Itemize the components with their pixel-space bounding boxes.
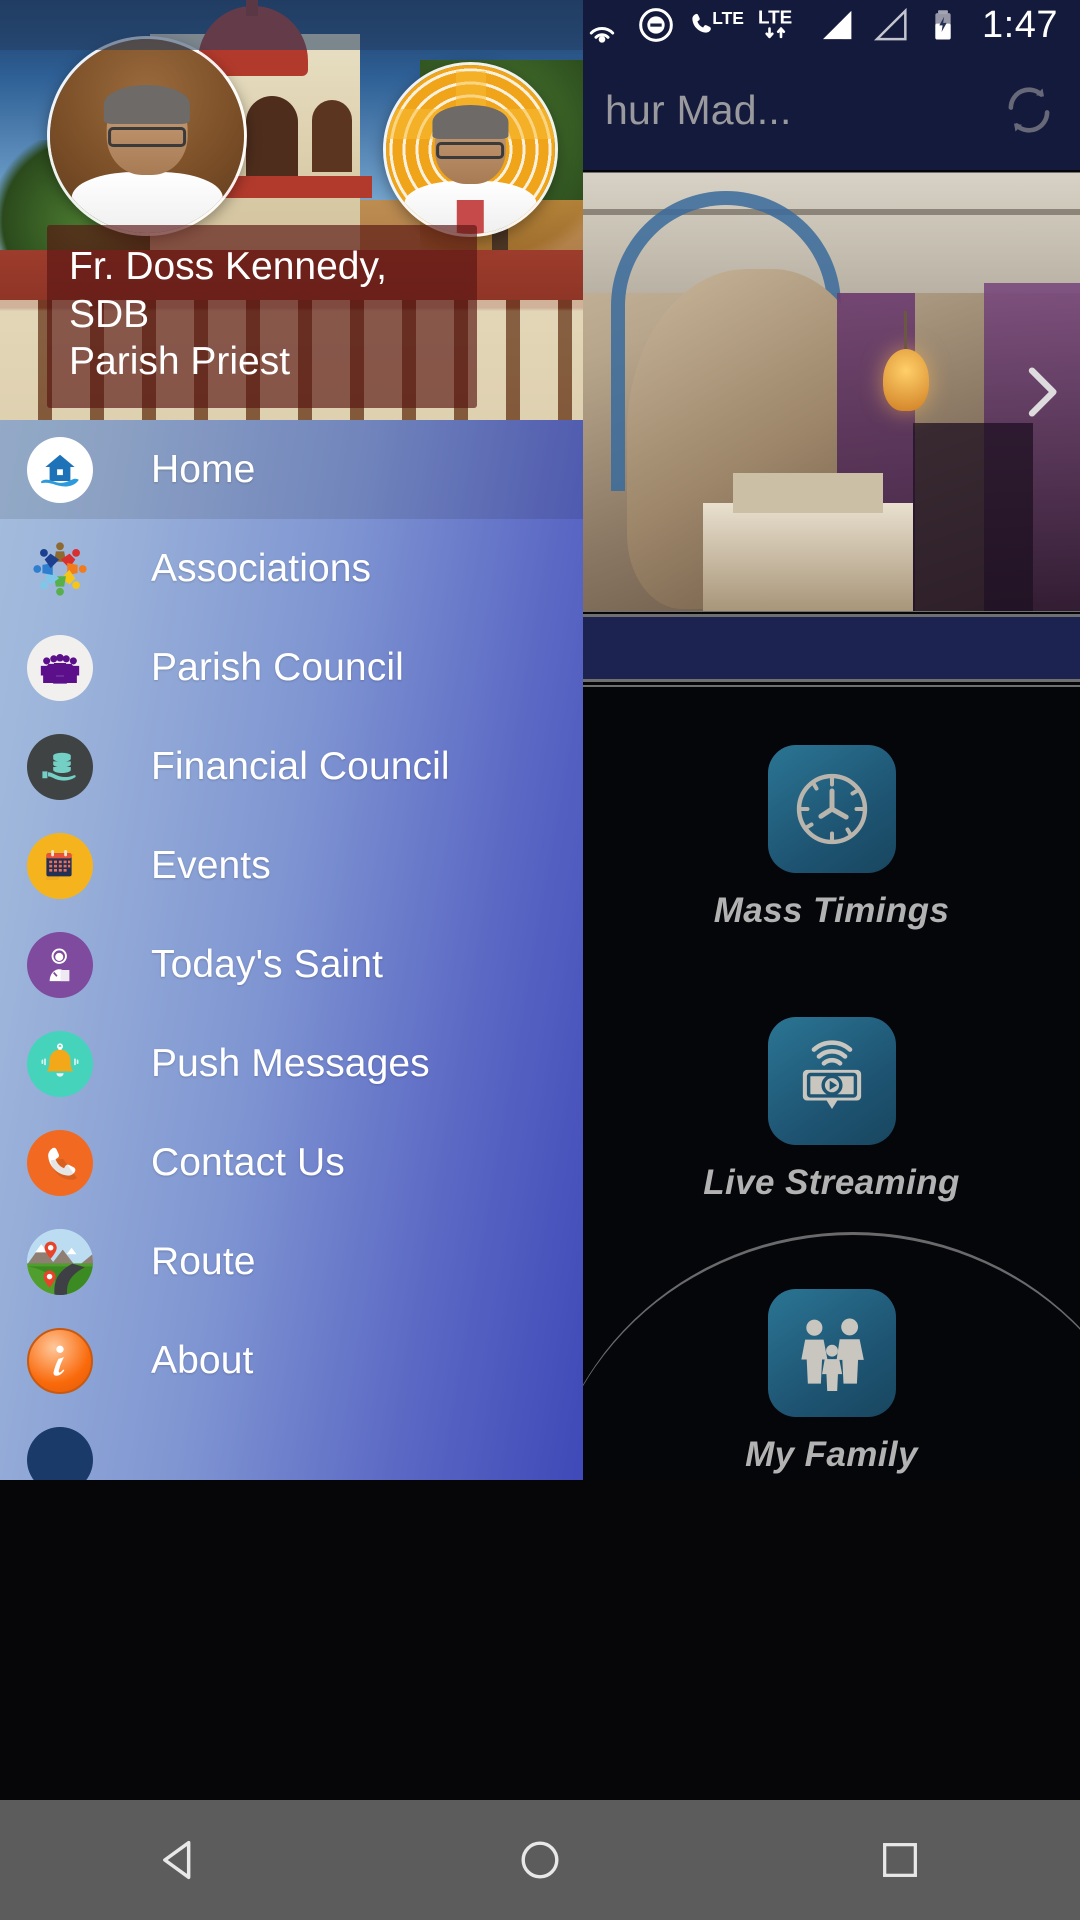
cast-icon bbox=[582, 5, 622, 45]
android-navigation-bar bbox=[0, 1800, 1080, 1920]
sidebar-item-label: About bbox=[151, 1338, 254, 1382]
more-icon bbox=[27, 1426, 93, 1480]
quick-tiles-list: Mass Timings Live Streaming My Family bbox=[583, 685, 1080, 1480]
drawer-header: Fr. Doss Kennedy, SDB Parish Priest bbox=[0, 0, 583, 420]
navigation-drawer: Fr. Doss Kennedy, SDB Parish Priest Home bbox=[0, 0, 583, 1480]
svg-text:LTE: LTE bbox=[712, 8, 744, 28]
sidebar-item-label: Route bbox=[151, 1239, 256, 1283]
sidebar-item-events[interactable]: Events bbox=[0, 816, 583, 915]
signal-sim1-icon bbox=[818, 5, 858, 45]
battery-charging-icon bbox=[926, 5, 960, 45]
home-icon bbox=[27, 436, 93, 503]
do-not-disturb-icon bbox=[636, 5, 676, 45]
bell-icon bbox=[27, 1030, 93, 1097]
financial-council-icon bbox=[27, 733, 93, 800]
sidebar-item-label: Push Messages bbox=[151, 1041, 430, 1085]
tile-label: Mass Timings bbox=[713, 891, 950, 930]
tile-label: Live Streaming bbox=[703, 1163, 960, 1202]
sidebar-item-parish-council[interactable]: Parish Council bbox=[0, 618, 583, 717]
volte-call-icon: LTE bbox=[690, 5, 744, 45]
system-status-bar: LTE LTE 1:47 bbox=[0, 0, 1080, 50]
sidebar-item-label: Home bbox=[151, 447, 256, 491]
live-stream-icon bbox=[767, 1017, 896, 1145]
sidebar-item-label: Associations bbox=[151, 546, 372, 590]
map-route-icon bbox=[27, 1228, 93, 1295]
app-toolbar: hur Mad... bbox=[583, 50, 1080, 170]
back-button[interactable] bbox=[120, 1800, 240, 1920]
sidebar-item-push-messages[interactable]: Push Messages bbox=[0, 1014, 583, 1113]
sidebar-item-about[interactable]: About bbox=[0, 1311, 583, 1410]
sidebar-item-route[interactable]: Route bbox=[0, 1212, 583, 1311]
priest-avatar-secondary[interactable] bbox=[383, 62, 558, 237]
lte-data-icon: LTE bbox=[758, 5, 804, 45]
sidebar-item-financial-council[interactable]: Financial Council bbox=[0, 717, 583, 816]
home-button[interactable] bbox=[480, 1800, 600, 1920]
status-bar-clock: 1:47 bbox=[982, 3, 1058, 46]
sidebar-item-label: Financial Council bbox=[151, 744, 450, 788]
refresh-icon[interactable] bbox=[1000, 81, 1058, 139]
status-bar-left-tint bbox=[0, 0, 583, 50]
sidebar-item-contact-us[interactable]: Contact Us bbox=[0, 1113, 583, 1212]
sidebar-item-todays-saint[interactable]: Today's Saint bbox=[0, 915, 583, 1014]
signal-sim2-icon bbox=[872, 5, 912, 45]
carousel-card[interactable] bbox=[583, 172, 1080, 612]
recent-apps-button[interactable] bbox=[840, 1800, 960, 1920]
sidebar-item-associations[interactable]: Associations bbox=[0, 519, 583, 618]
svg-text:LTE: LTE bbox=[758, 7, 792, 28]
status-bar-icons: LTE LTE 1:47 bbox=[582, 0, 1080, 50]
church-interior-photo bbox=[583, 173, 1080, 611]
events-calendar-icon bbox=[27, 832, 93, 899]
app-title: hur Mad... bbox=[605, 86, 792, 133]
phone-icon bbox=[27, 1129, 93, 1196]
section-band bbox=[583, 614, 1080, 682]
decorative-swoosh bbox=[583, 1232, 1080, 1480]
priest-role: Parish Priest bbox=[69, 340, 291, 384]
info-icon bbox=[27, 1327, 93, 1394]
clock-icon bbox=[767, 745, 896, 873]
carousel-next-icon[interactable] bbox=[1008, 360, 1072, 424]
saint-icon bbox=[27, 931, 93, 998]
sidebar-item-label: Events bbox=[151, 843, 271, 887]
parish-council-icon bbox=[27, 634, 93, 701]
sidebar-item-label: Today's Saint bbox=[151, 942, 384, 986]
priest-caption: Fr. Doss Kennedy, SDB Parish Priest bbox=[47, 225, 477, 408]
drawer-menu: Home Associations Parish Council Financi… bbox=[0, 420, 583, 1480]
associations-icon bbox=[27, 536, 93, 602]
priest-avatar-primary[interactable] bbox=[47, 36, 247, 236]
priest-name: Fr. Doss Kennedy, SDB bbox=[69, 245, 387, 336]
sidebar-item-more[interactable] bbox=[0, 1410, 583, 1480]
tile-live-streaming[interactable]: Live Streaming bbox=[583, 1017, 1080, 1203]
sidebar-item-home[interactable]: Home bbox=[0, 420, 583, 519]
tile-mass-timings[interactable]: Mass Timings bbox=[583, 745, 1080, 931]
android-screen: hur Mad... Mass Timings Live Streaming M… bbox=[0, 0, 1080, 1920]
sidebar-item-label: Parish Council bbox=[151, 645, 404, 689]
sidebar-item-label: Contact Us bbox=[151, 1140, 345, 1184]
